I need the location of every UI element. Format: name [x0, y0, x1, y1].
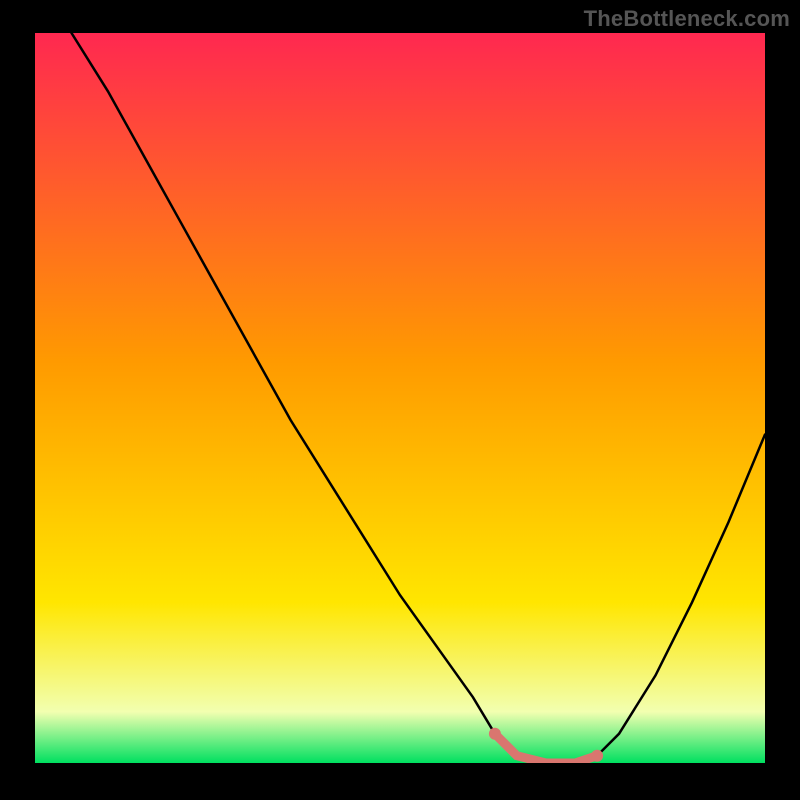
plot-area [35, 33, 765, 763]
highlight-start-dot [489, 728, 501, 740]
watermark-text: TheBottleneck.com [584, 6, 790, 32]
chart-container: TheBottleneck.com [0, 0, 800, 800]
chart-svg [35, 33, 765, 763]
highlight-end-dot [591, 750, 603, 762]
gradient-background [35, 33, 765, 763]
